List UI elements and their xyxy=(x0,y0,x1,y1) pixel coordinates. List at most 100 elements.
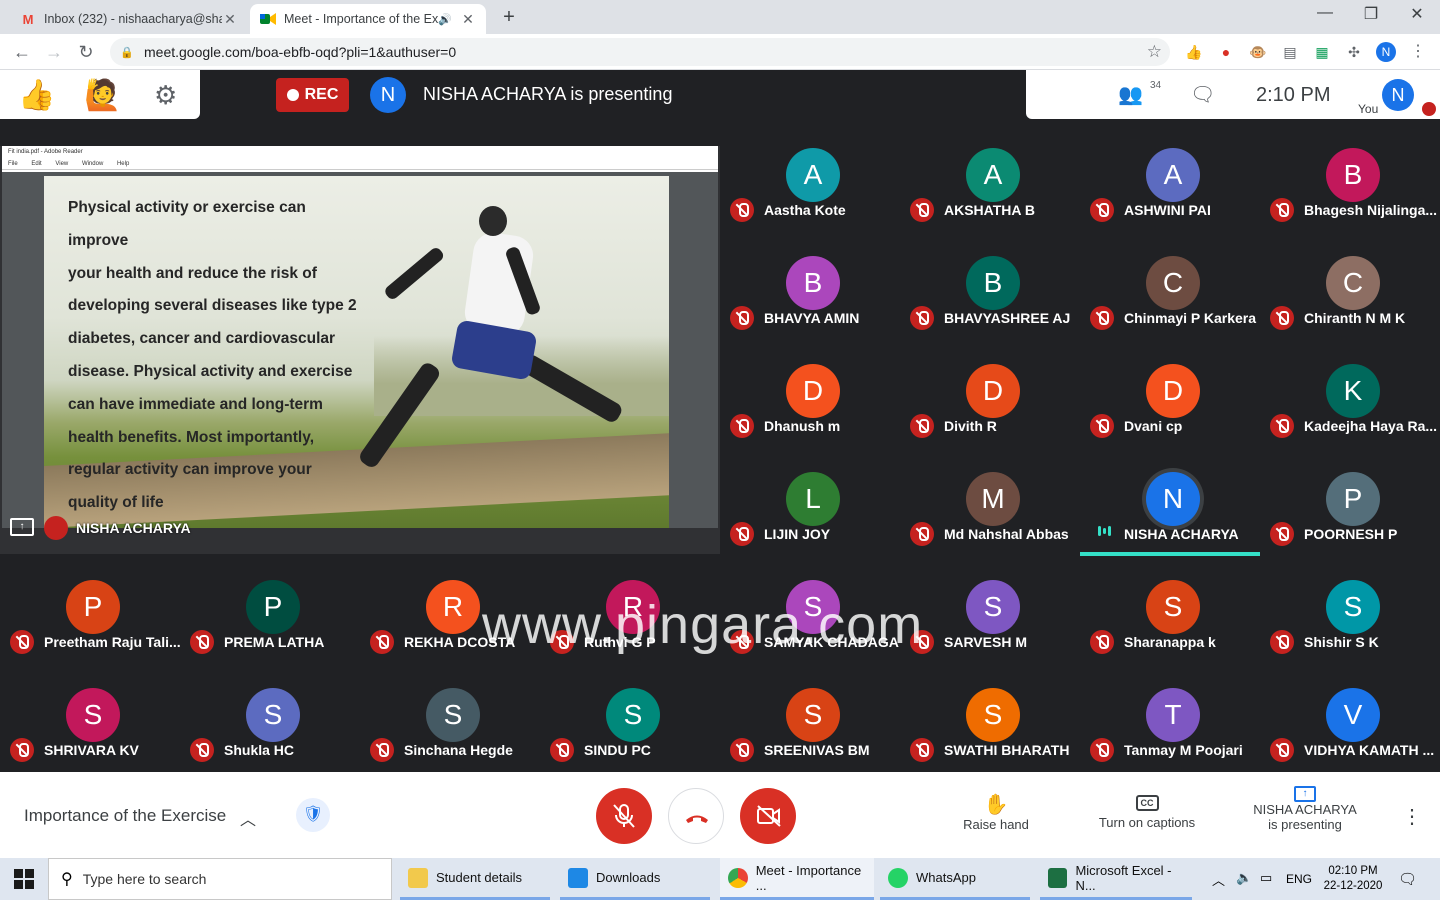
url-input[interactable]: 🔒 meet.google.com/boa-ebfb-oqd?pli=1&aut… xyxy=(110,38,1170,66)
taskbar-search-box[interactable]: ⚲ Type here to search xyxy=(48,858,392,900)
tab-title: Inbox (232) - nishaacharya@shak xyxy=(44,12,222,26)
gear-icon[interactable]: ⚙ xyxy=(154,80,177,111)
presenting-banner: NISHA ACHARYA is presenting xyxy=(423,84,673,104)
participant-tile[interactable]: D Dhanush m xyxy=(730,364,910,472)
active-speaker-underline xyxy=(1080,552,1260,556)
participant-tile[interactable]: S Sharanappa k xyxy=(1090,580,1270,688)
participant-tile[interactable]: N NISHA ACHARYA xyxy=(1080,472,1270,580)
tab-gmail[interactable]: M Inbox (232) - nishaacharya@shak ✕ xyxy=(10,4,248,34)
thumbs-up-icon[interactable]: 👍 xyxy=(18,78,55,113)
participant-avatar: N xyxy=(1146,472,1200,526)
chevron-up-icon[interactable]: ︿ xyxy=(240,806,256,830)
participant-tile[interactable]: S SARVESH M xyxy=(910,580,1090,688)
clock-date: 22-12-2020 xyxy=(1323,880,1383,892)
slide-line: quality of life xyxy=(68,494,164,512)
thumbs-extension-icon[interactable]: 👍 xyxy=(1184,42,1204,62)
participant-tile[interactable]: A ASHWINI PAI xyxy=(1090,148,1270,256)
meeting-clock: 2:10 PM xyxy=(1256,84,1331,106)
mic-off-icon xyxy=(730,738,754,762)
reader-menu-item: File xyxy=(8,161,18,167)
minimize-icon[interactable]: — xyxy=(1302,4,1348,22)
notification-icon[interactable]: 🗨 xyxy=(1398,870,1417,888)
taskbar-item-label: Downloads xyxy=(596,870,661,885)
participant-tile[interactable]: S Shishir S K xyxy=(1270,580,1440,688)
maximize-icon[interactable]: ❐ xyxy=(1348,4,1394,24)
shield-icon[interactable]: 🛡 xyxy=(296,798,330,832)
chat-icon[interactable]: 🗨 xyxy=(1190,82,1215,107)
self-avatar[interactable]: N xyxy=(1382,79,1414,111)
volume-icon[interactable]: 🔈 xyxy=(1236,870,1252,886)
browser-menu-icon[interactable]: ⋮ xyxy=(1408,42,1428,62)
raise-hand-button[interactable]: ✋ Raise hand xyxy=(946,792,1046,832)
participant-avatar: P xyxy=(1326,472,1380,526)
mic-toggle-button[interactable] xyxy=(596,788,652,844)
reload-icon[interactable]: ↻ xyxy=(74,40,98,64)
close-window-icon[interactable]: ✕ xyxy=(1394,4,1440,24)
hand-icon: ✋ xyxy=(983,794,1009,816)
close-icon[interactable]: ✕ xyxy=(460,11,476,28)
participant-name: Dvani cp xyxy=(1124,418,1183,434)
leave-call-button[interactable] xyxy=(668,788,724,844)
participant-tile[interactable]: D Divith R xyxy=(910,364,1090,472)
slide-line: disease. Physical activity and exercise xyxy=(68,362,353,380)
self-muted-icon xyxy=(1422,102,1436,116)
camera-toggle-button[interactable] xyxy=(740,788,796,844)
forward-icon[interactable]: → xyxy=(42,40,66,64)
participant-tile[interactable]: D Dvani cp xyxy=(1090,364,1270,472)
captions-label: Turn on captions xyxy=(1098,815,1196,830)
monkey-extension-icon[interactable]: 🐵 xyxy=(1248,42,1268,62)
network-icon[interactable]: ▭ xyxy=(1260,870,1272,886)
profile-avatar[interactable]: N xyxy=(1376,42,1396,62)
participant-avatar: V xyxy=(1326,688,1380,742)
raise-hand-emoji-icon[interactable]: 🙋 xyxy=(84,78,121,113)
whatsapp-icon xyxy=(888,867,908,888)
close-icon[interactable]: ✕ xyxy=(222,11,238,28)
new-tab-button[interactable]: + xyxy=(498,6,520,29)
participant-tile[interactable]: B BHAVYASHREE AJ xyxy=(910,256,1090,364)
chevron-up-icon[interactable]: ︿ xyxy=(1212,870,1225,889)
taskbar-item-label: Meet - Importance ... xyxy=(755,862,862,893)
participant-tile[interactable]: C Chinmayi P Karkera xyxy=(1090,256,1270,364)
participant-tile[interactable]: K Kadeejha Haya Ra... xyxy=(1270,364,1440,472)
presenting-status-button[interactable]: ↑ NISHA ACHARYA is presenting xyxy=(1240,784,1370,832)
extension-icon[interactable]: ● xyxy=(1216,42,1236,62)
presenter-name: NISHA ACHARYA xyxy=(76,520,191,536)
more-options-icon[interactable]: ⋮ xyxy=(1402,804,1422,829)
participant-tile[interactable]: L LIJIN JOY xyxy=(730,472,910,580)
mic-off-icon xyxy=(550,738,574,762)
tab-meet[interactable]: Meet - Importance of the Exe 🔊 ✕ xyxy=(250,4,486,34)
captions-button[interactable]: CC Turn on captions xyxy=(1086,794,1208,830)
participant-tile[interactable]: A AKSHATHA B xyxy=(910,148,1090,256)
mic-off-icon xyxy=(910,306,934,330)
taskbar-item-whatsapp[interactable]: WhatsApp xyxy=(880,858,1030,900)
participant-tile[interactable]: A Aastha Kote xyxy=(730,148,910,256)
participant-tile[interactable]: P POORNESH P xyxy=(1270,472,1440,580)
speaker-icon[interactable]: 🔊 xyxy=(438,13,452,26)
participant-tile[interactable]: P PREMA LATHA xyxy=(190,580,370,688)
meeting-title[interactable]: Importance of the Exercise xyxy=(24,806,226,826)
taskbar-item-excel[interactable]: Microsoft Excel - N... xyxy=(1040,858,1192,900)
mic-off-icon xyxy=(613,804,635,828)
reader-extension-icon[interactable]: ▤ xyxy=(1280,42,1300,62)
language-indicator[interactable]: ENG xyxy=(1286,872,1312,886)
taskbar-item-label: Student details xyxy=(436,870,523,885)
sheets-extension-icon[interactable]: ▦ xyxy=(1312,42,1332,62)
windows-start-icon[interactable] xyxy=(14,869,34,889)
gmail-icon: M xyxy=(22,11,34,27)
people-icon[interactable]: 👥 xyxy=(1118,82,1143,107)
presentation-tile[interactable]: Fit india.pdf - Adobe Reader File Edit V… xyxy=(0,146,720,554)
participant-tile[interactable]: C Chiranth N M K xyxy=(1270,256,1440,364)
taskbar-item-chrome[interactable]: Meet - Importance ... xyxy=(720,858,874,900)
browser-tab-bar: M Inbox (232) - nishaacharya@shak ✕ Meet… xyxy=(0,0,1440,34)
participant-tile[interactable]: M Md Nahshal Abbas xyxy=(910,472,1090,580)
back-icon[interactable]: ← xyxy=(10,40,34,64)
taskbar-item-downloads[interactable]: Downloads xyxy=(560,858,710,900)
bookmark-star-icon[interactable]: ☆ xyxy=(1147,42,1162,62)
taskbar-item-student-details[interactable]: Student details xyxy=(400,858,550,900)
participant-tile[interactable]: B Bhagesh Nijalinga... xyxy=(1270,148,1440,256)
mic-off-icon xyxy=(1270,414,1294,438)
participant-tile[interactable]: B BHAVYA AMIN xyxy=(730,256,910,364)
taskbar-clock[interactable]: 02:10 PM 22-12-2020 xyxy=(1318,864,1388,894)
participant-tile[interactable]: P Preetham Raju Tali... xyxy=(10,580,190,688)
puzzle-extensions-icon[interactable]: ✣ xyxy=(1344,42,1364,62)
